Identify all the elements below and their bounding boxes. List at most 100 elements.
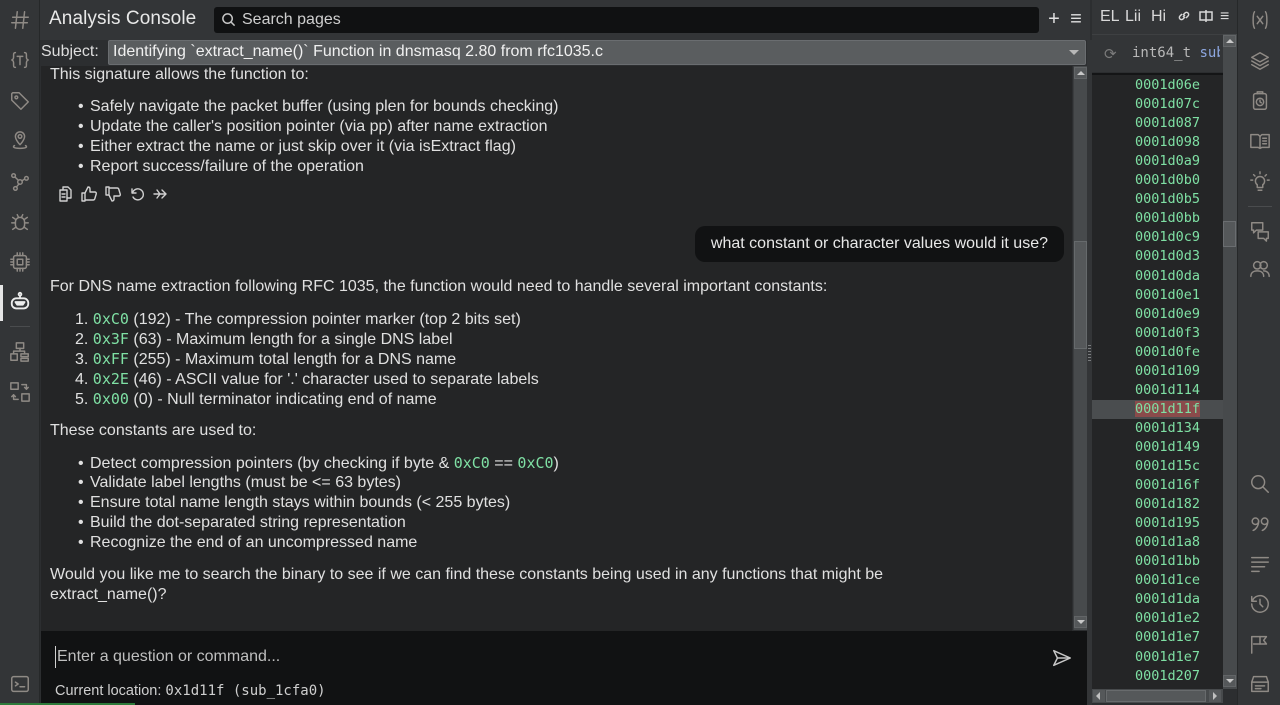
app-title: Analysis Console	[49, 8, 197, 29]
tag-icon[interactable]	[8, 89, 32, 113]
scrollbar-thumb[interactable]	[1106, 690, 1206, 702]
chat-bubbles-icon[interactable]	[1248, 219, 1272, 243]
refresh-icon[interactable]: ⟳	[1104, 45, 1117, 63]
text-lines-icon[interactable]	[1248, 552, 1272, 576]
location-pin-icon[interactable]	[8, 129, 32, 153]
chat-input[interactable]	[55, 646, 1015, 668]
terminal-icon[interactable]	[8, 672, 32, 696]
scrollbar-thumb[interactable]	[1074, 241, 1087, 349]
subject-dropdown[interactable]: Identifying `extract_name()` Function in…	[108, 40, 1086, 65]
address-row[interactable]: 0001d098	[1135, 134, 1200, 150]
left-icon-rail	[0, 0, 40, 705]
address-row[interactable]: 0001d109	[1135, 363, 1200, 379]
flag-icon[interactable]	[1248, 632, 1272, 656]
address-row[interactable]: 0001d06e	[1135, 77, 1200, 93]
address-row[interactable]: 0001d0e9	[1135, 306, 1200, 322]
address-row[interactable]: 0001d182	[1135, 496, 1200, 512]
layers-icon[interactable]	[1248, 49, 1272, 73]
address-row[interactable]: 0001d1e2	[1135, 610, 1200, 626]
address-row[interactable]: 0001d134	[1135, 420, 1200, 436]
thumbs-down-icon[interactable]	[105, 186, 121, 202]
assistant-text: This signature allows the function to:	[50, 66, 309, 83]
quote-icon[interactable]	[1248, 512, 1272, 536]
scroll-down-arrow[interactable]	[1223, 675, 1236, 687]
chat-scrollbar[interactable]	[1073, 66, 1087, 630]
address-row[interactable]: 0001d0d3	[1135, 248, 1200, 264]
archive-icon[interactable]	[1248, 672, 1272, 696]
graph-nodes-icon[interactable]	[8, 170, 32, 194]
bug-icon[interactable]	[8, 210, 32, 234]
hash-icon[interactable]	[8, 8, 32, 32]
scroll-down-arrow[interactable]	[1074, 616, 1087, 628]
book-icon[interactable]	[1248, 129, 1272, 153]
address-row[interactable]: 0001d15c	[1135, 458, 1200, 474]
address-row[interactable]: 0001d07c	[1135, 96, 1200, 112]
chip-icon[interactable]	[8, 250, 32, 274]
address-row[interactable]: 0001d195	[1135, 515, 1200, 531]
search-icon[interactable]	[1248, 472, 1272, 496]
lightbulb-icon[interactable]	[1248, 170, 1272, 194]
scroll-up-arrow[interactable]	[1223, 35, 1236, 47]
address-row[interactable]: 0001d1e7	[1135, 629, 1200, 645]
scroll-left-arrow[interactable]	[1093, 690, 1105, 702]
splitter-grip[interactable]	[1088, 345, 1091, 363]
variable-icon[interactable]	[1248, 8, 1272, 32]
scrollbar-thumb[interactable]	[1223, 221, 1236, 247]
address-list-vscrollbar[interactable]	[1223, 34, 1237, 689]
address-row[interactable]: 0001d0b0	[1135, 172, 1200, 188]
address-row[interactable]: 0001d0bb	[1135, 210, 1200, 226]
copy-icon[interactable]	[57, 186, 73, 202]
thumbs-up-icon[interactable]	[81, 186, 97, 202]
chat-transcript: This signature allows the function to: •…	[41, 66, 1072, 631]
address-list-hscrollbar[interactable]	[1092, 689, 1223, 703]
address-row[interactable]: 0001d207	[1135, 668, 1200, 684]
search-box[interactable]	[214, 7, 1039, 33]
assistant-text: These constants are used to:	[50, 422, 257, 439]
scroll-right-arrow[interactable]	[1209, 690, 1221, 702]
hierarchy-icon[interactable]	[8, 340, 32, 364]
menu-button[interactable]: ≡	[1066, 9, 1086, 29]
address-row[interactable]: 0001d0da	[1135, 268, 1200, 284]
address-row[interactable]: 0001d1bb	[1135, 553, 1200, 569]
address-row-selected[interactable]: 0001d11f	[1135, 400, 1201, 417]
search-icon	[221, 12, 237, 28]
tab-lii[interactable]: Lii	[1125, 8, 1141, 26]
users-icon[interactable]	[1248, 257, 1272, 281]
history-icon[interactable]	[1248, 592, 1272, 616]
split-view-icon[interactable]	[1198, 8, 1214, 29]
address-row[interactable]: 0001d0fe	[1135, 344, 1200, 360]
message-actions	[57, 186, 169, 204]
robot-icon[interactable]	[8, 290, 32, 314]
retry-icon[interactable]	[129, 186, 145, 202]
current-location: Current location: 0x1d11f (sub_1cfa0)	[55, 683, 326, 699]
header-bar: Analysis Console + ≡	[40, 0, 1090, 40]
tab-hi[interactable]: Hi	[1151, 8, 1166, 26]
add-page-button[interactable]: +	[1044, 9, 1064, 29]
address-row[interactable]: 0001d16f	[1135, 477, 1200, 493]
link-icon[interactable]	[1176, 8, 1192, 29]
address-row[interactable]: 0001d1da	[1135, 591, 1200, 607]
address-row[interactable]: 0001d149	[1135, 439, 1200, 455]
function-name: sub.	[1199, 45, 1220, 61]
address-row[interactable]: 0001d1e7	[1135, 649, 1200, 665]
scroll-up-arrow[interactable]	[1074, 67, 1087, 79]
address-row[interactable]: 0001d0b5	[1135, 191, 1200, 207]
address-row[interactable]: 0001d0a9	[1135, 153, 1200, 169]
panel-menu-button[interactable]: ≡	[1220, 8, 1229, 26]
address-row[interactable]: 0001d0c9	[1135, 229, 1200, 245]
send-button[interactable]	[1051, 647, 1075, 671]
swap-icon[interactable]	[8, 380, 32, 404]
address-row[interactable]: 0001d087	[1135, 115, 1200, 131]
address-row[interactable]: 0001d0e1	[1135, 287, 1200, 303]
type-braces-icon[interactable]	[8, 48, 32, 72]
clipboard-clock-icon[interactable]	[1248, 89, 1272, 113]
address-row[interactable]: 0001d1ce	[1135, 572, 1200, 588]
address-row[interactable]: 0001d114	[1135, 382, 1200, 398]
address-row[interactable]: 0001d1a8	[1135, 534, 1200, 550]
address-row[interactable]: 0001d0f3	[1135, 325, 1200, 341]
list-item: • Build the dot-separated string represen…	[78, 514, 406, 531]
continue-icon[interactable]	[153, 186, 169, 202]
assistant-text: extract_name()?	[50, 586, 167, 603]
tab-el[interactable]: EL	[1100, 8, 1120, 26]
search-input[interactable]	[242, 9, 1022, 31]
